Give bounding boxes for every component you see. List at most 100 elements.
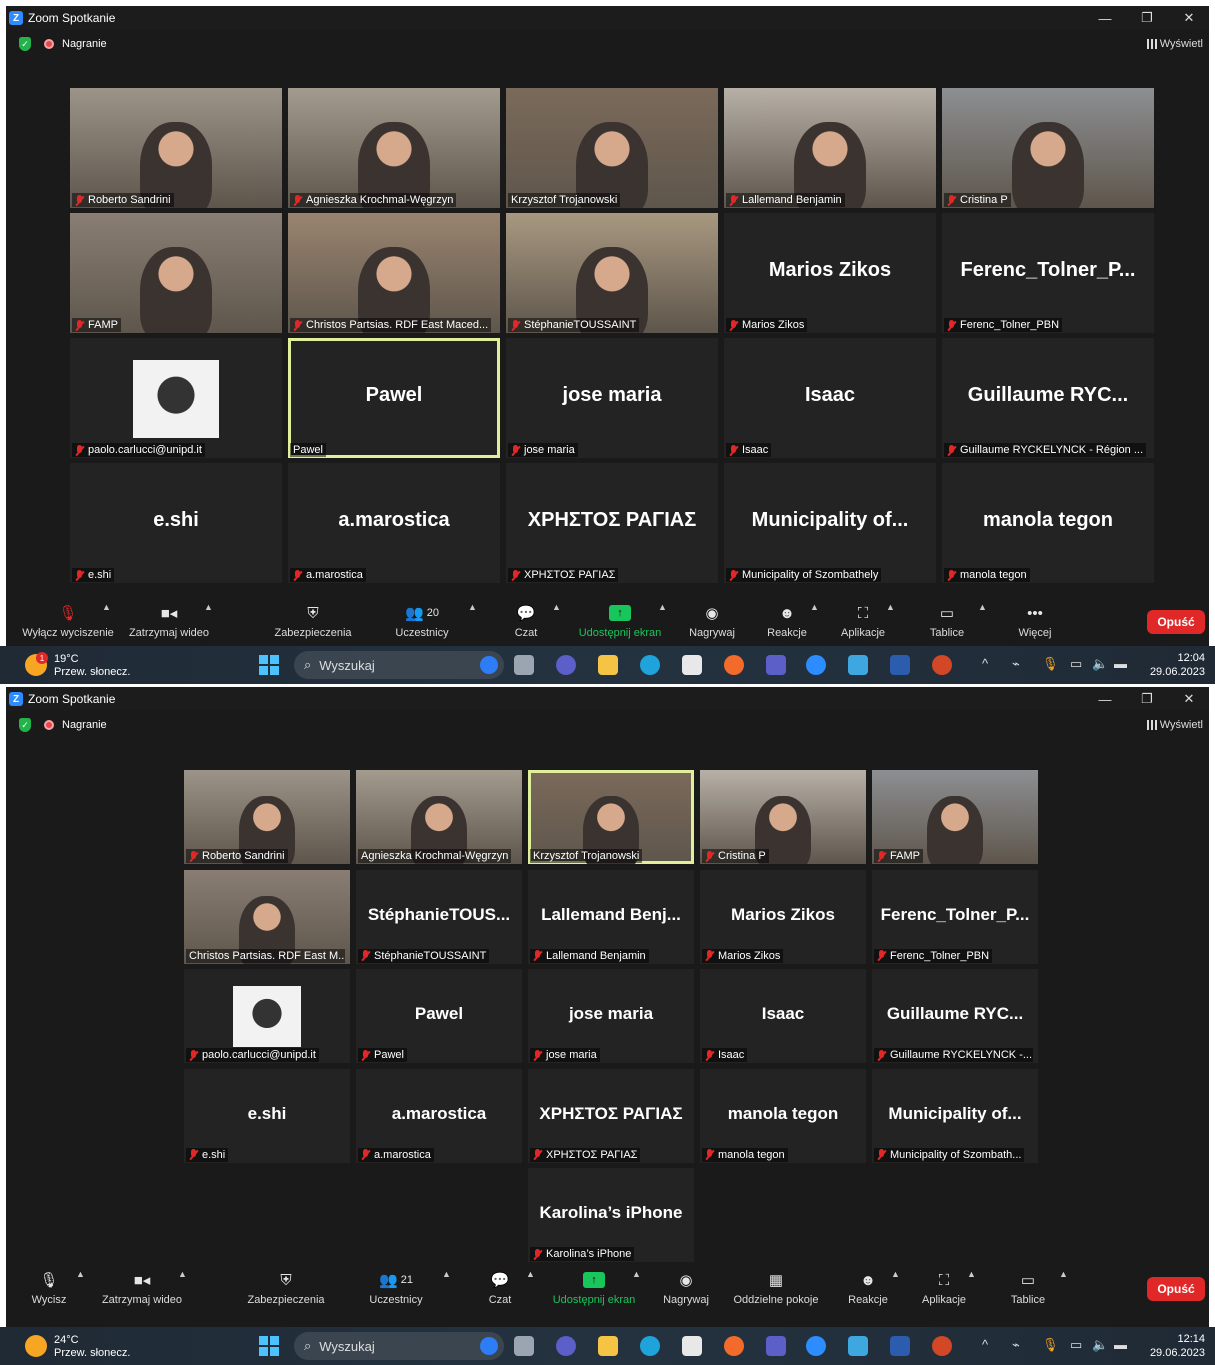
participant-tile[interactable]: Cristina P: [700, 770, 866, 864]
teams-chat-icon[interactable]: [556, 655, 576, 675]
store-icon[interactable]: [682, 655, 702, 675]
leave-button[interactable]: Opuść: [1147, 610, 1205, 634]
taskbar-search[interactable]: ⌕ Wyszukaj: [294, 1332, 504, 1360]
weather-widget[interactable]: 24°C Przew. słonecz.: [54, 1334, 130, 1360]
mute-button[interactable]: 🎙 Wycisz: [22, 1261, 76, 1317]
teams-chat-icon[interactable]: [556, 1336, 576, 1356]
participant-tile[interactable]: Marios Zikos Marios Zikos: [700, 869, 866, 964]
firefox-icon[interactable]: [724, 1336, 744, 1356]
firefox-icon[interactable]: [724, 655, 744, 675]
participant-tile[interactable]: Agnieszka Krochmal-Węgrzyn: [288, 88, 500, 208]
close-icon[interactable]: ✕: [1169, 6, 1209, 30]
windows-start-icon[interactable]: [259, 1336, 279, 1356]
chat-button[interactable]: 💬 Czat: [480, 1261, 520, 1317]
taskbar-clock[interactable]: 12:14 29.06.2023: [1150, 1332, 1205, 1360]
close-icon[interactable]: ✕: [1169, 687, 1209, 711]
video-options-chevron-icon[interactable]: ▲: [204, 602, 213, 612]
participant-tile[interactable]: jose maria jose maria: [528, 969, 694, 1063]
participant-tile[interactable]: Ferenc_Tolner_P... Ferenc_Tolner_PBN: [872, 869, 1038, 964]
participant-tile[interactable]: manola tegon manola tegon: [942, 463, 1154, 583]
encryption-shield-icon[interactable]: ✓: [19, 37, 31, 51]
breakout-rooms-button[interactable]: ▦ Oddzielne pokoje: [728, 1261, 824, 1317]
participant-tile[interactable]: Pawel Pawel: [288, 338, 500, 458]
participant-tile[interactable]: FAMP: [872, 770, 1038, 864]
participant-tile[interactable]: Agnieszka Krochmal-Węgrzyn: [356, 770, 522, 864]
file-explorer-icon[interactable]: [598, 655, 618, 675]
whiteboards-button[interactable]: ▭ Tablice: [1003, 1261, 1053, 1317]
zoom-app-icon[interactable]: [806, 655, 826, 675]
participants-chevron-icon[interactable]: ▲: [442, 1269, 451, 1279]
zoom-app-icon[interactable]: [806, 1336, 826, 1356]
chat-chevron-icon[interactable]: ▲: [526, 1269, 535, 1279]
share-screen-button[interactable]: ↑ Udostępnij ekran: [572, 594, 668, 650]
powerpoint-icon[interactable]: [932, 655, 952, 675]
stop-video-button[interactable]: ■◂ Zatrzymaj wideo: [96, 1261, 188, 1317]
view-button[interactable]: Wyświetl: [1146, 38, 1203, 50]
security-button[interactable]: ⛨ Zabezpieczenia: [241, 1261, 331, 1317]
reactions-chevron-icon[interactable]: ▲: [891, 1269, 900, 1279]
stop-video-button[interactable]: ■◂ Zatrzymaj wideo: [124, 594, 214, 650]
task-view-icon[interactable]: [514, 655, 534, 675]
photos-icon[interactable]: [848, 1336, 868, 1356]
minimize-icon[interactable]: —: [1085, 6, 1125, 30]
participant-tile[interactable]: Ferenc_Tolner_P... Ferenc_Tolner_PBN: [942, 213, 1154, 333]
word-icon[interactable]: [890, 1336, 910, 1356]
participant-tile[interactable]: Karolina’s iPhone Karolina’s iPhone: [528, 1168, 694, 1262]
restore-icon[interactable]: ❐: [1127, 6, 1167, 30]
video-options-chevron-icon[interactable]: ▲: [178, 1269, 187, 1279]
microphone-icon[interactable]: 🎙: [1042, 1337, 1059, 1353]
weather-widget[interactable]: 19°C Przew. słonecz.: [54, 653, 130, 679]
record-button[interactable]: ◉ Nagrywaj: [682, 594, 742, 650]
apps-chevron-icon[interactable]: ▲: [886, 602, 895, 612]
participant-tile[interactable]: jose maria jose maria: [506, 338, 718, 458]
teams-icon[interactable]: [766, 655, 786, 675]
participant-tile[interactable]: Lallemand Benj... Lallemand Benjamin: [528, 869, 694, 964]
more-button[interactable]: ••• Więcej: [1011, 594, 1059, 650]
restore-icon[interactable]: ❐: [1127, 687, 1167, 711]
participant-tile[interactable]: Christos Partsias. RDF East M...: [184, 869, 350, 964]
share-screen-button[interactable]: ↑ Udostępnij ekran: [546, 1261, 642, 1317]
display-icon[interactable]: ▭: [1070, 1337, 1082, 1353]
participant-tile[interactable]: e.shi e.shi: [70, 463, 282, 583]
record-button[interactable]: ◉ Nagrywaj: [656, 1261, 716, 1317]
store-icon[interactable]: [682, 1336, 702, 1356]
encryption-shield-icon[interactable]: ✓: [19, 718, 31, 732]
participant-tile[interactable]: Lallemand Benjamin: [724, 88, 936, 208]
leave-button[interactable]: Opuść: [1147, 1277, 1205, 1301]
participant-tile[interactable]: paolo.carlucci@unipd.it: [70, 338, 282, 458]
network-icon[interactable]: ⌁: [1012, 1337, 1020, 1353]
participant-tile[interactable]: Guillaume RYC... Guillaume RYCKELYNCK -..…: [872, 969, 1038, 1063]
participants-button[interactable]: 👥 20 Uczestnicy: [382, 594, 462, 650]
participant-tile[interactable]: Isaac Isaac: [700, 969, 866, 1063]
participant-tile[interactable]: StéphanieTOUS... StéphanieTOUSSAINT: [356, 869, 522, 964]
participant-tile[interactable]: Pawel Pawel: [356, 969, 522, 1063]
taskbar-clock[interactable]: 12:04 29.06.2023: [1150, 651, 1205, 679]
battery-icon[interactable]: ▬: [1114, 1337, 1127, 1352]
speaker-icon[interactable]: 🔈: [1092, 1337, 1108, 1353]
participant-tile[interactable]: Marios Zikos Marios Zikos: [724, 213, 936, 333]
chat-button[interactable]: 💬 Czat: [506, 594, 546, 650]
participant-tile[interactable]: a.marostica a.marostica: [288, 463, 500, 583]
participants-chevron-icon[interactable]: ▲: [468, 602, 477, 612]
whiteboards-button[interactable]: ▭ Tablice: [922, 594, 972, 650]
whiteboards-chevron-icon[interactable]: ▲: [978, 602, 987, 612]
participant-tile[interactable]: Cristina P: [942, 88, 1154, 208]
whiteboards-chevron-icon[interactable]: ▲: [1059, 1269, 1068, 1279]
teams-icon[interactable]: [766, 1336, 786, 1356]
photos-icon[interactable]: [848, 655, 868, 675]
participant-tile[interactable]: ΧΡΗΣΤΟΣ ΡΑΓΙΑΣ ΧΡΗΣΤΟΣ ΡΑΓΙΑΣ: [528, 1068, 694, 1163]
tray-chevron-icon[interactable]: ^: [982, 656, 988, 671]
audio-options-chevron-icon[interactable]: ▲: [102, 602, 111, 612]
participant-tile[interactable]: FAMP: [70, 213, 282, 333]
apps-button[interactable]: ⛶ Aplikacje: [834, 594, 892, 650]
participant-tile[interactable]: Roberto Sandrini: [70, 88, 282, 208]
reactions-button[interactable]: ☻ Reakcje: [761, 594, 813, 650]
participant-tile[interactable]: Municipality of... Municipality of Szomba…: [872, 1068, 1038, 1163]
participant-tile[interactable]: Roberto Sandrini: [184, 770, 350, 864]
minimize-icon[interactable]: —: [1085, 687, 1125, 711]
speaker-icon[interactable]: 🔈: [1092, 656, 1108, 672]
audio-options-chevron-icon[interactable]: ▲: [76, 1269, 85, 1279]
participant-tile[interactable]: Krzysztof Trojanowski: [506, 88, 718, 208]
windows-start-icon[interactable]: [259, 655, 279, 675]
participant-tile[interactable]: Isaac Isaac: [724, 338, 936, 458]
